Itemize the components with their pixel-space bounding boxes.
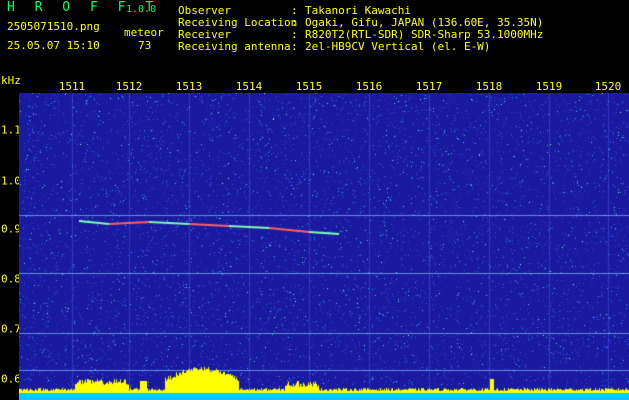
spectrogram-plot (19, 93, 629, 400)
x-tick-label: 1520 (594, 80, 622, 93)
x-tick-label: 1518 (475, 80, 503, 93)
y-tick-label: 1.0 (1, 174, 21, 188)
y-tick-label: 0.8 (1, 272, 21, 286)
antenna-colon: : (291, 40, 298, 53)
y-tick-label: 0.6 (1, 372, 21, 386)
hroft-window: H R O F F T 1.0.0 2505071510.png 25.05.0… (0, 0, 629, 400)
x-tick-label: 1514 (235, 80, 263, 93)
y-tick-label: 1.1 (1, 123, 21, 137)
x-tick-label: 1512 (115, 80, 143, 93)
app-version: 1.0.0 (126, 4, 157, 15)
y-tick-label: 0.7 (1, 322, 21, 336)
x-tick-label: 1513 (175, 80, 203, 93)
meteor-count: 73 (138, 39, 152, 52)
x-tick-label: 1519 (535, 80, 563, 93)
meteor-label: meteor (124, 26, 164, 39)
x-tick-label: 1517 (415, 80, 443, 93)
date-time: 25.05.07 15:10 (7, 39, 100, 52)
y-tick-label: 0.9 (1, 222, 21, 236)
antenna-value: 2el-HB9CV Vertical (el. E-W) (305, 40, 491, 53)
file-name: 2505071510.png (7, 20, 100, 33)
x-tick-label: 1511 (58, 80, 86, 93)
x-tick-label: 1516 (355, 80, 383, 93)
x-tick-label: 1515 (295, 80, 323, 93)
y-axis-unit: kHz (1, 74, 21, 87)
antenna-label: Receiving antenna (178, 40, 291, 53)
